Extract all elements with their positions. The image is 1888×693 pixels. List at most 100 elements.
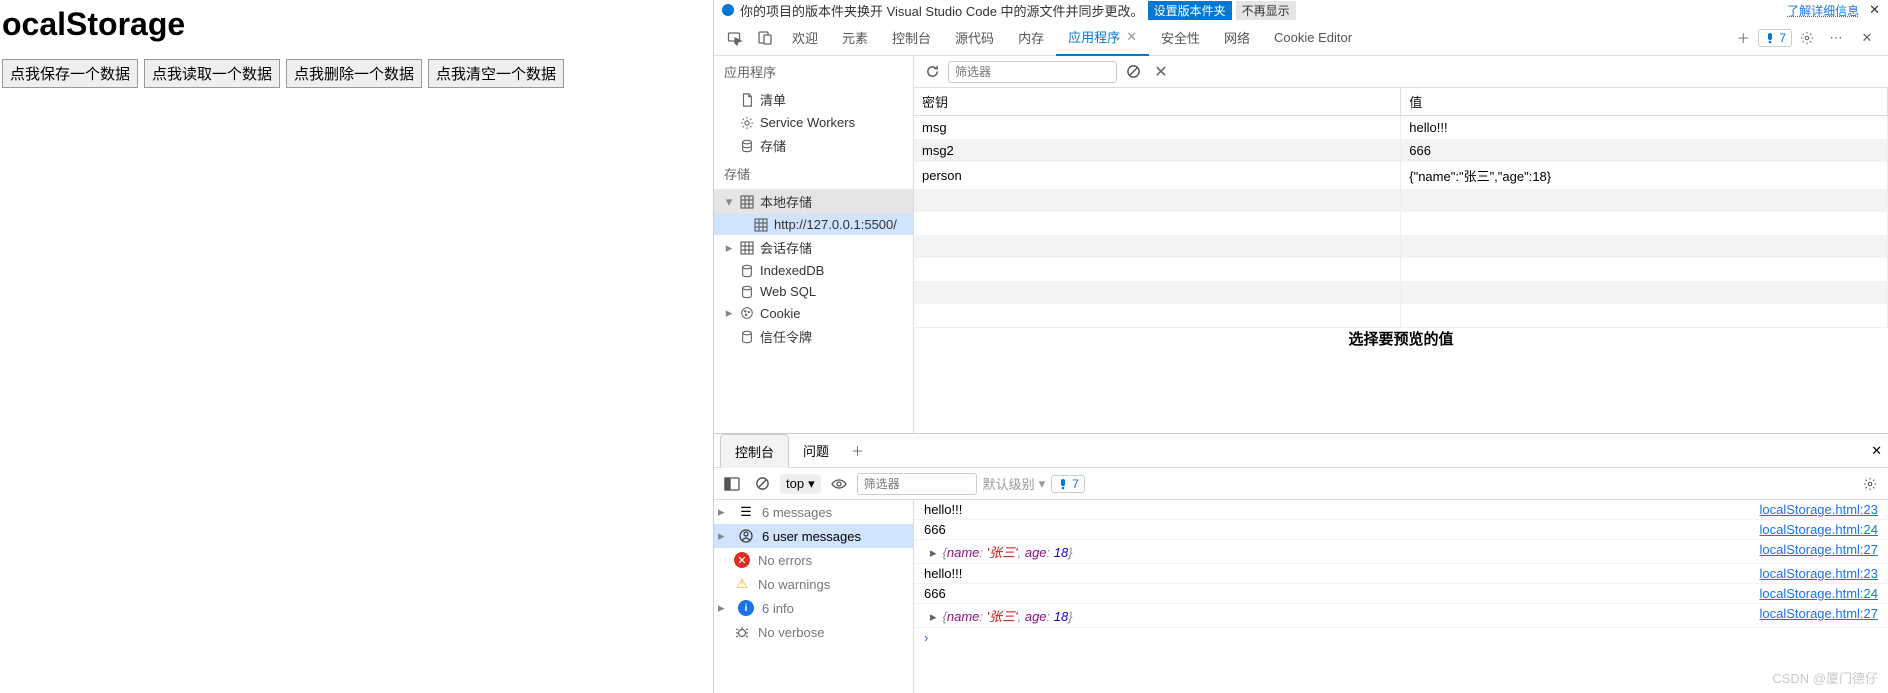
- sidebar-toggle-icon[interactable]: [720, 472, 744, 496]
- clear-icon[interactable]: [1121, 60, 1145, 84]
- more-icon[interactable]: ⋯: [1822, 23, 1852, 53]
- plus-icon[interactable]: ＋: [851, 441, 864, 460]
- source-link[interactable]: localStorage.html:27: [1759, 606, 1878, 625]
- table-row[interactable]: [914, 189, 1888, 212]
- col-value[interactable]: 值: [1401, 88, 1888, 116]
- storage-panel: ✕ 密钥 值 msghello!!! msg2666 person{"name"…: [914, 56, 1888, 433]
- tab-memory[interactable]: 内存: [1006, 20, 1056, 56]
- tree-label: http://127.0.0.1:5500/: [774, 217, 897, 232]
- sidebar-storage[interactable]: 存储: [714, 133, 913, 158]
- close-devtools-icon[interactable]: ✕: [1852, 23, 1882, 53]
- sidebar-service-workers[interactable]: Service Workers: [714, 112, 913, 133]
- filter-warnings[interactable]: ⚠No warnings: [714, 572, 913, 596]
- section-application: 应用程序: [714, 56, 913, 87]
- chevron-down-icon: ▾: [724, 194, 734, 210]
- console-sidebar: ▸☰6 messages ▸6 user messages ✕No errors…: [714, 500, 914, 693]
- log-level-selector[interactable]: 默认级别▾: [983, 474, 1046, 493]
- tab-welcome[interactable]: 欢迎: [780, 20, 830, 56]
- source-link[interactable]: localStorage.html:23: [1759, 566, 1878, 581]
- console-issues-badge[interactable]: 7: [1051, 475, 1085, 493]
- tree-local-storage-origin[interactable]: http://127.0.0.1:5500/: [714, 214, 913, 235]
- tab-issues-drawer[interactable]: 问题: [789, 434, 843, 468]
- tab-network[interactable]: 网络: [1212, 20, 1262, 56]
- tree-session-storage[interactable]: ▸ 会话存储: [714, 235, 913, 260]
- filter-user-messages[interactable]: ▸6 user messages: [714, 524, 913, 548]
- chevron-right-icon: ▸: [724, 240, 734, 256]
- context-selector[interactable]: top▾: [780, 474, 821, 494]
- console-line[interactable]: 666localStorage.html:24: [914, 584, 1888, 604]
- table-row[interactable]: person{"name":"张三","age":18}: [914, 162, 1888, 189]
- tab-application[interactable]: 应用程序✕: [1056, 20, 1149, 56]
- issues-badge[interactable]: 7: [1758, 29, 1792, 47]
- console-line[interactable]: hello!!!localStorage.html:23: [914, 500, 1888, 520]
- console-line[interactable]: hello!!!localStorage.html:23: [914, 564, 1888, 584]
- table-row[interactable]: msghello!!!: [914, 116, 1888, 140]
- refresh-icon[interactable]: [920, 60, 944, 84]
- tab-sources[interactable]: 源代码: [943, 20, 1006, 56]
- list-icon: ☰: [738, 504, 754, 520]
- tree-trust-tokens[interactable]: 信任令牌: [714, 324, 913, 349]
- section-storage: 存储: [714, 158, 913, 189]
- table-row[interactable]: [914, 258, 1888, 281]
- tree-local-storage[interactable]: ▾ 本地存储: [714, 189, 913, 214]
- storage-filter-input[interactable]: [948, 61, 1117, 83]
- source-link[interactable]: localStorage.html:27: [1759, 542, 1878, 561]
- tree-label: Web SQL: [760, 284, 816, 299]
- preview-hint: 选择要预览的值: [914, 327, 1888, 351]
- learn-more-link[interactable]: 了解详细信息: [1787, 2, 1859, 19]
- filter-info[interactable]: ▸i6 info: [714, 596, 913, 620]
- tab-console-drawer[interactable]: 控制台: [720, 434, 789, 468]
- console-line[interactable]: 666localStorage.html:24: [914, 520, 1888, 540]
- dont-show-button[interactable]: 不再显示: [1236, 1, 1296, 20]
- delete-icon[interactable]: ✕: [1149, 60, 1173, 84]
- info-dot-icon: [722, 4, 734, 16]
- table-row[interactable]: [914, 304, 1888, 327]
- filter-errors[interactable]: ✕No errors: [714, 548, 913, 572]
- disclosure-icon[interactable]: ▸: [930, 609, 937, 624]
- tab-cookie-editor[interactable]: Cookie Editor: [1262, 20, 1364, 56]
- table-row[interactable]: [914, 235, 1888, 258]
- tree-websql[interactable]: Web SQL: [714, 281, 913, 302]
- sidebar-manifest[interactable]: 清单: [714, 87, 913, 112]
- clear-button[interactable]: 点我清空一个数据: [428, 59, 564, 88]
- disclosure-icon[interactable]: ▸: [930, 545, 937, 560]
- filter-verbose[interactable]: No verbose: [714, 620, 913, 644]
- save-button[interactable]: 点我保存一个数据: [2, 59, 138, 88]
- settings-icon[interactable]: [1792, 23, 1822, 53]
- devtools: 你的项目的版本件夹换开 Visual Studio Code 中的源文件并同步更…: [713, 0, 1888, 693]
- source-link[interactable]: localStorage.html:23: [1759, 502, 1878, 517]
- col-key[interactable]: 密钥: [914, 88, 1401, 116]
- setup-folder-button[interactable]: 设置版本件夹: [1148, 1, 1232, 20]
- inspect-icon[interactable]: [720, 23, 750, 53]
- tab-security[interactable]: 安全性: [1149, 20, 1212, 56]
- close-drawer-icon[interactable]: ✕: [1871, 443, 1882, 459]
- table-row[interactable]: msg2666: [914, 139, 1888, 162]
- chevron-right-icon: ▸: [718, 504, 730, 520]
- sidebar-item-label: 存储: [760, 136, 786, 155]
- close-tab-icon[interactable]: ✕: [1126, 29, 1137, 45]
- delete-button[interactable]: 点我删除一个数据: [286, 59, 422, 88]
- tree-cookie[interactable]: ▸ Cookie: [714, 302, 913, 324]
- console-line[interactable]: ▸{name: '张三', age: 18}localStorage.html:…: [914, 604, 1888, 628]
- console-line[interactable]: ▸{name: '张三', age: 18}localStorage.html:…: [914, 540, 1888, 564]
- console-prompt[interactable]: ›: [914, 628, 1888, 647]
- rendered-page: ocalStorage 点我保存一个数据 点我读取一个数据 点我删除一个数据 点…: [0, 0, 713, 693]
- read-button[interactable]: 点我读取一个数据: [144, 59, 280, 88]
- table-row[interactable]: [914, 281, 1888, 304]
- table-row[interactable]: [914, 212, 1888, 235]
- clear-console-icon[interactable]: [750, 472, 774, 496]
- console-filter-input[interactable]: [857, 473, 977, 495]
- filter-messages[interactable]: ▸☰6 messages: [714, 500, 913, 524]
- console-toolbar: top▾ 默认级别▾ 7: [714, 468, 1888, 500]
- chevron-down-icon: ▾: [808, 476, 815, 492]
- tab-console[interactable]: 控制台: [880, 20, 943, 56]
- close-icon[interactable]: ✕: [1869, 2, 1880, 18]
- source-link[interactable]: localStorage.html:24: [1759, 522, 1878, 537]
- console-settings-icon[interactable]: [1858, 472, 1882, 496]
- device-toggle-icon[interactable]: [750, 23, 780, 53]
- tree-indexeddb[interactable]: IndexedDB: [714, 260, 913, 281]
- tab-elements[interactable]: 元素: [830, 20, 880, 56]
- plus-icon[interactable]: ＋: [1728, 23, 1758, 53]
- source-link[interactable]: localStorage.html:24: [1759, 586, 1878, 601]
- live-expression-icon[interactable]: [827, 472, 851, 496]
